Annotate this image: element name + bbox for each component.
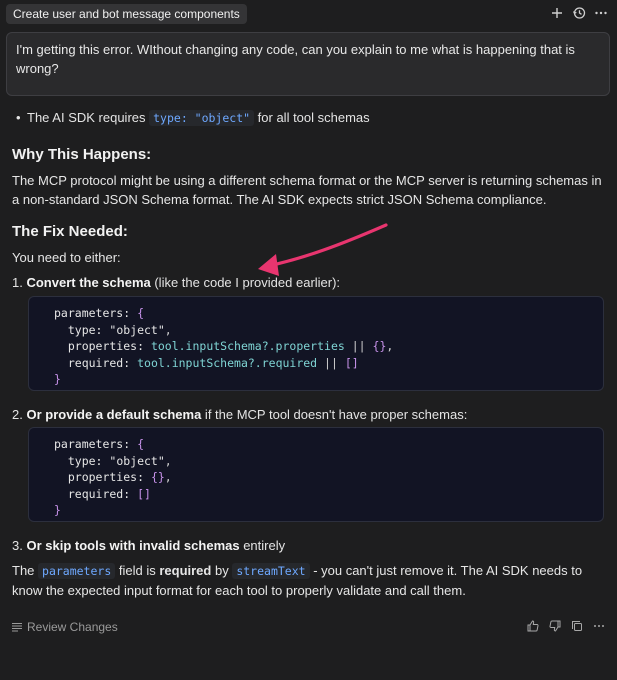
code-block-2[interactable]: parameters: { type: "object", properties… — [28, 427, 604, 522]
inline-code: parameters — [38, 563, 116, 579]
fix-heading: The Fix Needed: — [12, 223, 128, 240]
user-message[interactable]: I'm getting this error. WIthout changing… — [6, 32, 610, 96]
why-heading: Why This Happens: — [12, 146, 152, 163]
inline-code: streamText — [232, 563, 310, 579]
message-footer: Review Changes — [0, 612, 617, 640]
list-item-1: 1. Convert the schema (like the code I p… — [12, 275, 341, 290]
thumbs-down-icon[interactable] — [548, 619, 561, 632]
why-paragraph: The MCP protocol might be using a differ… — [12, 173, 602, 207]
bullet-dot: • — [16, 110, 21, 125]
inline-code: type: "object" — [149, 110, 255, 126]
list-icon — [12, 622, 22, 632]
feedback-actions — [526, 619, 605, 632]
list-item-2: 2. Or provide a default schema if the MC… — [12, 407, 468, 422]
list-item: • The AI SDK requires type: "object" for… — [12, 108, 370, 128]
plus-icon[interactable] — [549, 5, 565, 21]
top-actions — [549, 5, 609, 21]
conversation-title[interactable]: Create user and bot message components — [6, 4, 247, 24]
history-icon[interactable] — [571, 5, 587, 21]
code-block-1[interactable]: parameters: { type: "object", properties… — [28, 296, 604, 391]
top-bar: Create user and bot message components — [0, 0, 617, 28]
final-paragraph: The parameters field is required by stre… — [12, 563, 583, 598]
more-icon[interactable] — [592, 619, 605, 632]
thumbs-up-icon[interactable] — [526, 619, 539, 632]
intro-text: You need to either: — [12, 250, 121, 265]
review-changes-button[interactable]: Review Changes — [12, 620, 118, 634]
more-icon[interactable] — [593, 5, 609, 21]
copy-icon[interactable] — [570, 619, 583, 632]
list-item-3: 3. Or skip tools with invalid schemas en… — [12, 538, 286, 553]
